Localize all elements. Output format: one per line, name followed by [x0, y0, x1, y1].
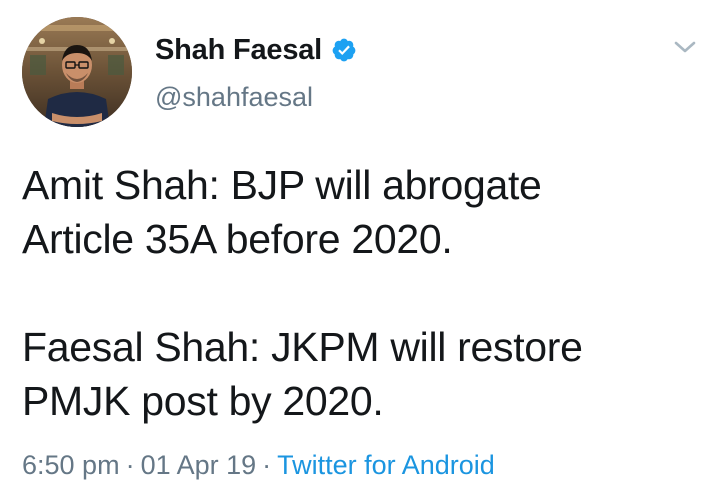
display-name[interactable]: Shah Faesal	[155, 34, 322, 67]
tweet-text-line: Amit Shah: BJP will abrogate	[22, 162, 542, 208]
author-name-row[interactable]: Shah Faesal	[155, 30, 357, 70]
meta-separator: ·	[125, 450, 135, 480]
tweet-source-link[interactable]: Twitter for Android	[277, 450, 495, 480]
tweet-card: Shah Faesal @shahfaesal Amit Shah: BJP w…	[0, 0, 714, 501]
tweet-text-line: Article 35A before 2020.	[22, 216, 453, 262]
tweet-meta: 6:50 pm · 01 Apr 19 · Twitter for Android	[22, 450, 495, 481]
tweet-text-line: PMJK post by 2020.	[22, 378, 384, 424]
tweet-date[interactable]: 01 Apr 19	[141, 450, 257, 480]
tweet-text: Amit Shah: BJP will abrogate Article 35A…	[22, 158, 692, 428]
chevron-down-icon[interactable]	[672, 36, 698, 58]
verified-badge-icon	[331, 37, 357, 63]
user-handle[interactable]: @shahfaesal	[155, 82, 313, 113]
avatar-image	[22, 17, 132, 127]
meta-separator: ·	[262, 450, 272, 480]
avatar[interactable]	[22, 17, 132, 127]
tweet-text-line: Faesal Shah: JKPM will restore	[22, 324, 583, 370]
tweet-time[interactable]: 6:50 pm	[22, 450, 120, 480]
